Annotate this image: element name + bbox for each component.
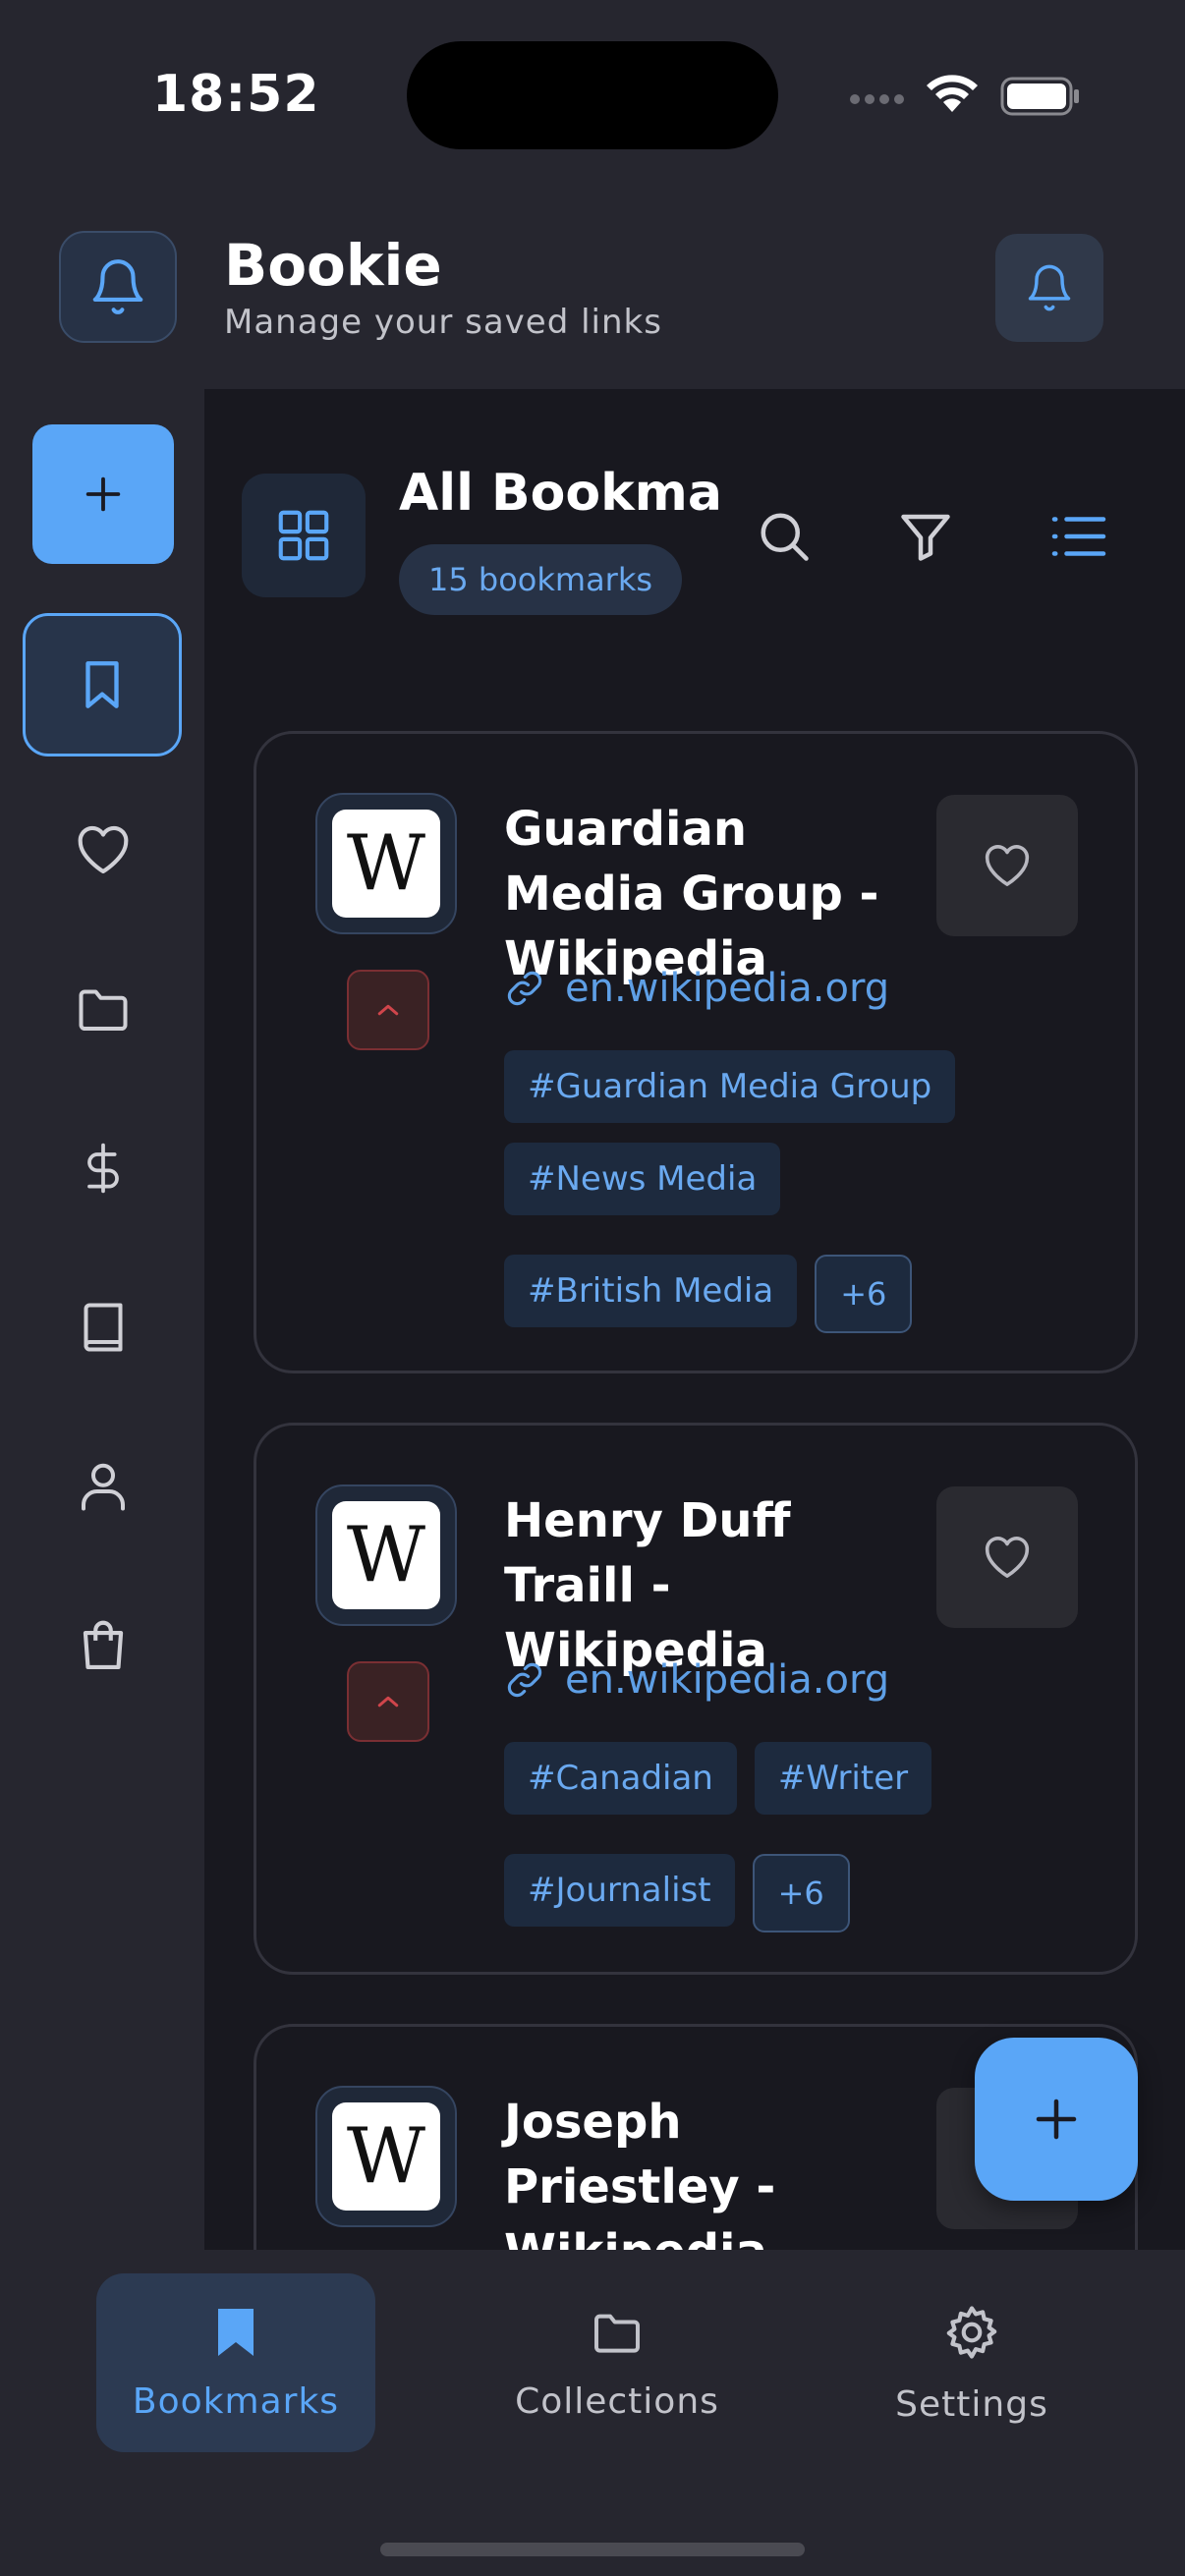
- sidebar-item-reading[interactable]: [24, 1256, 183, 1399]
- grid-icon: [278, 510, 329, 561]
- tab-settings[interactable]: Settings: [847, 2273, 1097, 2452]
- sidebar-item-favorites[interactable]: [24, 778, 183, 922]
- filter-icon: [901, 514, 950, 561]
- wikipedia-logo-icon: W: [332, 2102, 440, 2211]
- tag-chip[interactable]: #Canadian: [504, 1742, 737, 1815]
- app-subtitle: Manage your saved links: [224, 303, 662, 342]
- cellular-signal-icon: [850, 94, 904, 104]
- bookmark-card[interactable]: W Guardian Media Group - Wikipedia en.wi…: [254, 731, 1138, 1373]
- folder-icon: [594, 2314, 640, 2353]
- section-title: All Bookma…: [399, 464, 723, 523]
- tag-list: #Guardian Media Group #News Media #Briti…: [504, 1050, 1113, 1333]
- folder-icon: [79, 989, 128, 1031]
- heart-icon: [985, 1537, 1030, 1578]
- plus-icon: [1036, 2099, 1077, 2140]
- chevron-up-icon: [377, 1004, 399, 1016]
- heart-icon: [985, 845, 1030, 886]
- sidebar-item-folders[interactable]: [24, 937, 183, 1081]
- tag-chip[interactable]: #News Media: [504, 1143, 781, 1215]
- bookmark-domain: en.wikipedia.org: [565, 1657, 890, 1703]
- status-time: 18:52: [152, 65, 320, 124]
- wifi-icon: [927, 75, 978, 112]
- dollar-icon: [87, 1143, 119, 1194]
- bell-icon: [92, 259, 143, 314]
- filter-button[interactable]: [886, 497, 965, 576]
- sidebar-item-finance[interactable]: [24, 1096, 183, 1240]
- collapse-button[interactable]: [347, 970, 429, 1050]
- bookmark-count-badge: 15 bookmarks: [399, 544, 683, 615]
- bookmark-url[interactable]: en.wikipedia.org: [504, 1657, 889, 1703]
- home-indicator[interactable]: [380, 2543, 805, 2556]
- add-bookmark-fab[interactable]: [975, 2038, 1138, 2201]
- bookmark-icon: [85, 661, 119, 708]
- status-bar: 18:52: [0, 0, 1185, 196]
- tab-bookmarks[interactable]: Bookmarks: [96, 2273, 375, 2452]
- tag-list: #Canadian #Writer #Journalist +6: [504, 1742, 1113, 1932]
- view-grid-button[interactable]: [242, 474, 366, 597]
- bookmark-domain: en.wikipedia.org: [565, 966, 890, 1011]
- sidebar: [0, 389, 204, 2250]
- favorite-button[interactable]: [936, 795, 1078, 936]
- tab-label: Settings: [895, 2383, 1048, 2425]
- wikipedia-logo-icon: W: [332, 1501, 440, 1609]
- book-icon: [84, 1303, 123, 1352]
- tab-collections[interactable]: Collections: [491, 2273, 743, 2452]
- tab-label: Bookmarks: [132, 2380, 340, 2422]
- collapse-button[interactable]: [347, 1661, 429, 1742]
- sidebar-add-button[interactable]: [32, 424, 174, 564]
- app-title: Bookie: [224, 232, 442, 299]
- search-button[interactable]: [745, 497, 823, 576]
- more-tags-button[interactable]: +6: [752, 1854, 850, 1932]
- bottom-navigation: Bookmarks Collections Settings: [0, 2250, 1185, 2576]
- tag-chip[interactable]: #Journalist: [504, 1854, 735, 1927]
- bell-icon: [1028, 264, 1071, 311]
- favorite-button[interactable]: [936, 1486, 1078, 1628]
- bookmark-title[interactable]: Henry Duff Traill - Wikipedia: [504, 1488, 917, 1683]
- gear-icon: [946, 2305, 997, 2359]
- tag-chip[interactable]: #British Media: [504, 1255, 798, 1327]
- sidebar-item-profile[interactable]: [24, 1415, 183, 1558]
- more-tags-button[interactable]: +6: [815, 1255, 913, 1333]
- main-content: All Bookma… 15 bookmarks W Guardian Medi…: [204, 389, 1185, 2250]
- dynamic-island: [407, 41, 778, 149]
- bookmark-title[interactable]: Joseph Priestley - Wikipedia: [504, 2090, 917, 2250]
- notifications-button[interactable]: [59, 231, 177, 343]
- bookmark-card[interactable]: W Henry Duff Traill - Wikipedia en.wikip…: [254, 1423, 1138, 1975]
- alerts-button[interactable]: [995, 234, 1103, 342]
- bookmark-url[interactable]: en.wikipedia.org: [504, 966, 889, 1011]
- battery-icon: [1000, 77, 1079, 116]
- site-favicon: W: [315, 1484, 457, 1626]
- chevron-up-icon: [377, 1696, 399, 1708]
- shopping-bag-icon: [83, 1620, 124, 1670]
- link-icon: [507, 971, 542, 1006]
- site-favicon: W: [315, 793, 457, 934]
- link-icon: [507, 1662, 542, 1698]
- list-view-button[interactable]: [1040, 497, 1118, 576]
- app-header: Bookie Manage your saved links: [0, 206, 1185, 389]
- tab-label: Collections: [515, 2380, 719, 2422]
- bookmark-filled-icon: [218, 2308, 254, 2356]
- tag-chip[interactable]: #Guardian Media Group: [504, 1050, 956, 1123]
- bookmark-title[interactable]: Guardian Media Group - Wikipedia: [504, 797, 917, 991]
- user-icon: [82, 1463, 125, 1511]
- wikipedia-logo-icon: W: [332, 810, 440, 918]
- site-favicon: W: [315, 2086, 457, 2227]
- sidebar-item-shopping[interactable]: [24, 1574, 183, 1717]
- plus-icon: [85, 476, 121, 512]
- list-icon: [1051, 517, 1106, 556]
- sidebar-item-bookmarks[interactable]: [23, 613, 182, 756]
- heart-icon: [78, 825, 129, 874]
- tag-chip[interactable]: #Writer: [754, 1742, 932, 1815]
- search-icon: [761, 513, 809, 561]
